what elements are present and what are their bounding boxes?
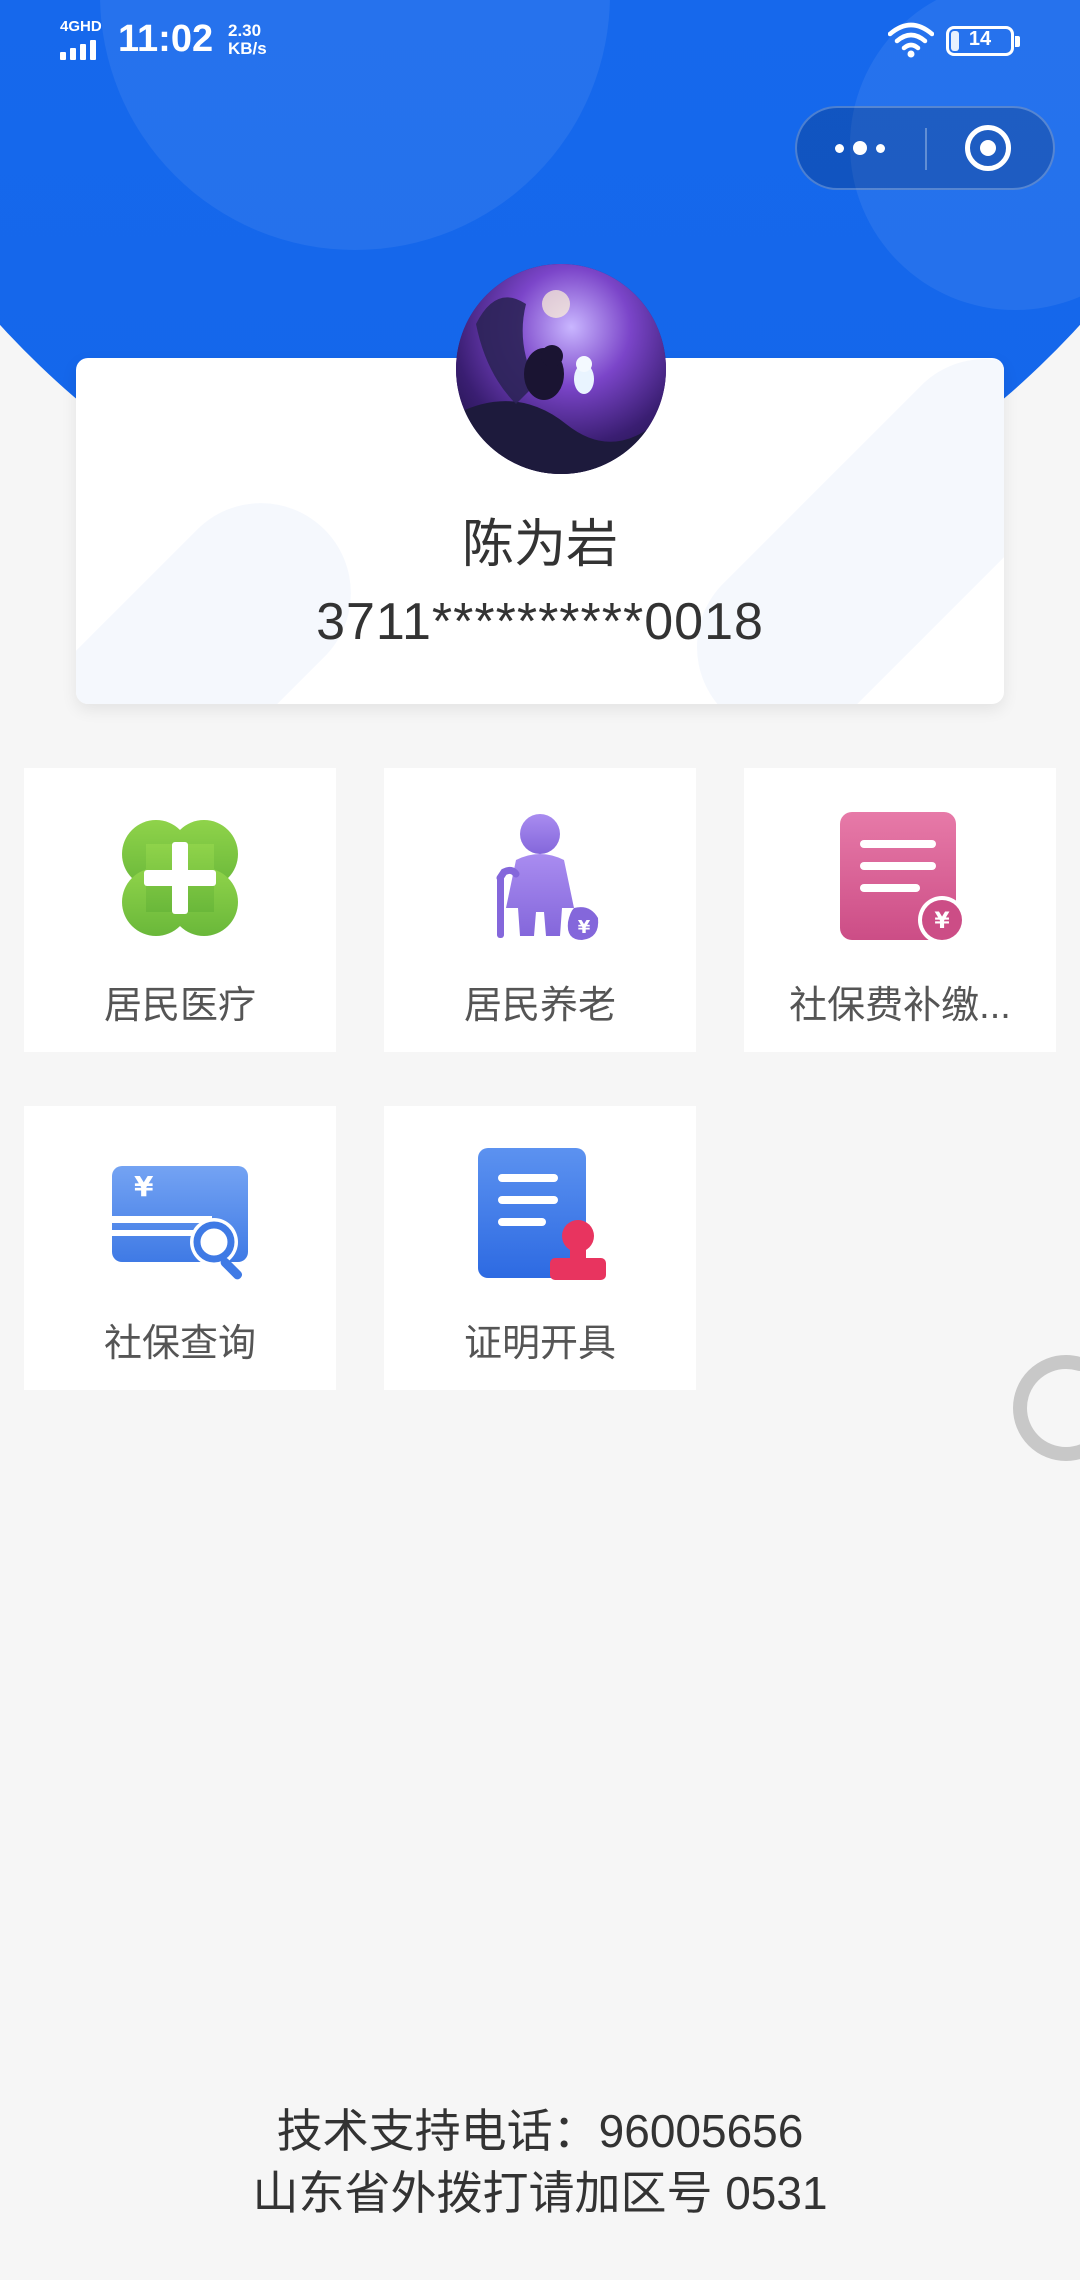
status-time: 11:02 xyxy=(118,18,214,60)
svg-text:¥: ¥ xyxy=(134,1170,154,1203)
service-label: 社保费补缴... xyxy=(789,985,1011,1027)
avatar[interactable] xyxy=(456,264,666,474)
medical-cross-icon xyxy=(122,820,238,936)
service-label: 社保查询 xyxy=(103,1323,256,1365)
service-label: 居民养老 xyxy=(463,985,616,1027)
signal-icon: 4GHD xyxy=(60,18,106,60)
more-dot-icon xyxy=(853,141,867,155)
service-tile-payment[interactable]: ¥ 社保费补缴... xyxy=(744,768,1056,1052)
footer-contact: 技术支持电话：96005656 山东省外拨打请加区号 0531 xyxy=(0,2100,1080,2224)
more-options-button[interactable] xyxy=(797,108,925,188)
network-type: 4GHD xyxy=(60,18,102,35)
battery-icon: 14 xyxy=(946,26,1020,56)
battery-level: 14 xyxy=(968,28,992,50)
loading-spinner-icon xyxy=(1013,1355,1080,1461)
payment-bill-icon: ¥ xyxy=(840,812,966,944)
support-phone: 技术支持电话：96005656 xyxy=(276,2105,804,2157)
mini-program-capsule xyxy=(795,106,1055,190)
service-label: 证明开具 xyxy=(463,1323,616,1365)
wifi-icon xyxy=(888,22,934,58)
svg-text:¥: ¥ xyxy=(578,917,591,938)
area-code-note: 山东省外拨打请加区号 0531 xyxy=(252,2167,828,2219)
certificate-stamp-icon xyxy=(478,1148,606,1280)
service-tile-certificate[interactable]: 证明开具 xyxy=(384,1106,696,1390)
svg-text:¥: ¥ xyxy=(934,909,950,934)
more-dot-icon xyxy=(835,144,844,153)
close-mini-program-button[interactable] xyxy=(927,108,1053,188)
speed-unit: KB/s xyxy=(228,39,267,58)
status-bar: 4GHD 11:02 2.30 KB/s 14 xyxy=(0,0,1080,80)
card-search-icon: ¥ xyxy=(112,1166,248,1280)
network-speed: 2.30 KB/s xyxy=(228,22,267,58)
user-name: 陈为岩 xyxy=(461,516,618,574)
more-dot-icon xyxy=(876,144,885,153)
user-id-number: 3711**********0018 xyxy=(316,593,764,651)
speed-value: 2.30 xyxy=(228,21,262,40)
elderly-pension-icon: ¥ xyxy=(496,814,599,940)
service-tile-query[interactable]: ¥ 社保查询 xyxy=(24,1106,336,1390)
avatar-image xyxy=(456,264,666,474)
service-tile-pension[interactable]: ¥ 居民养老 xyxy=(384,768,696,1052)
service-label: 居民医疗 xyxy=(103,985,256,1027)
service-tile-medical[interactable]: 居民医疗 xyxy=(24,768,336,1052)
